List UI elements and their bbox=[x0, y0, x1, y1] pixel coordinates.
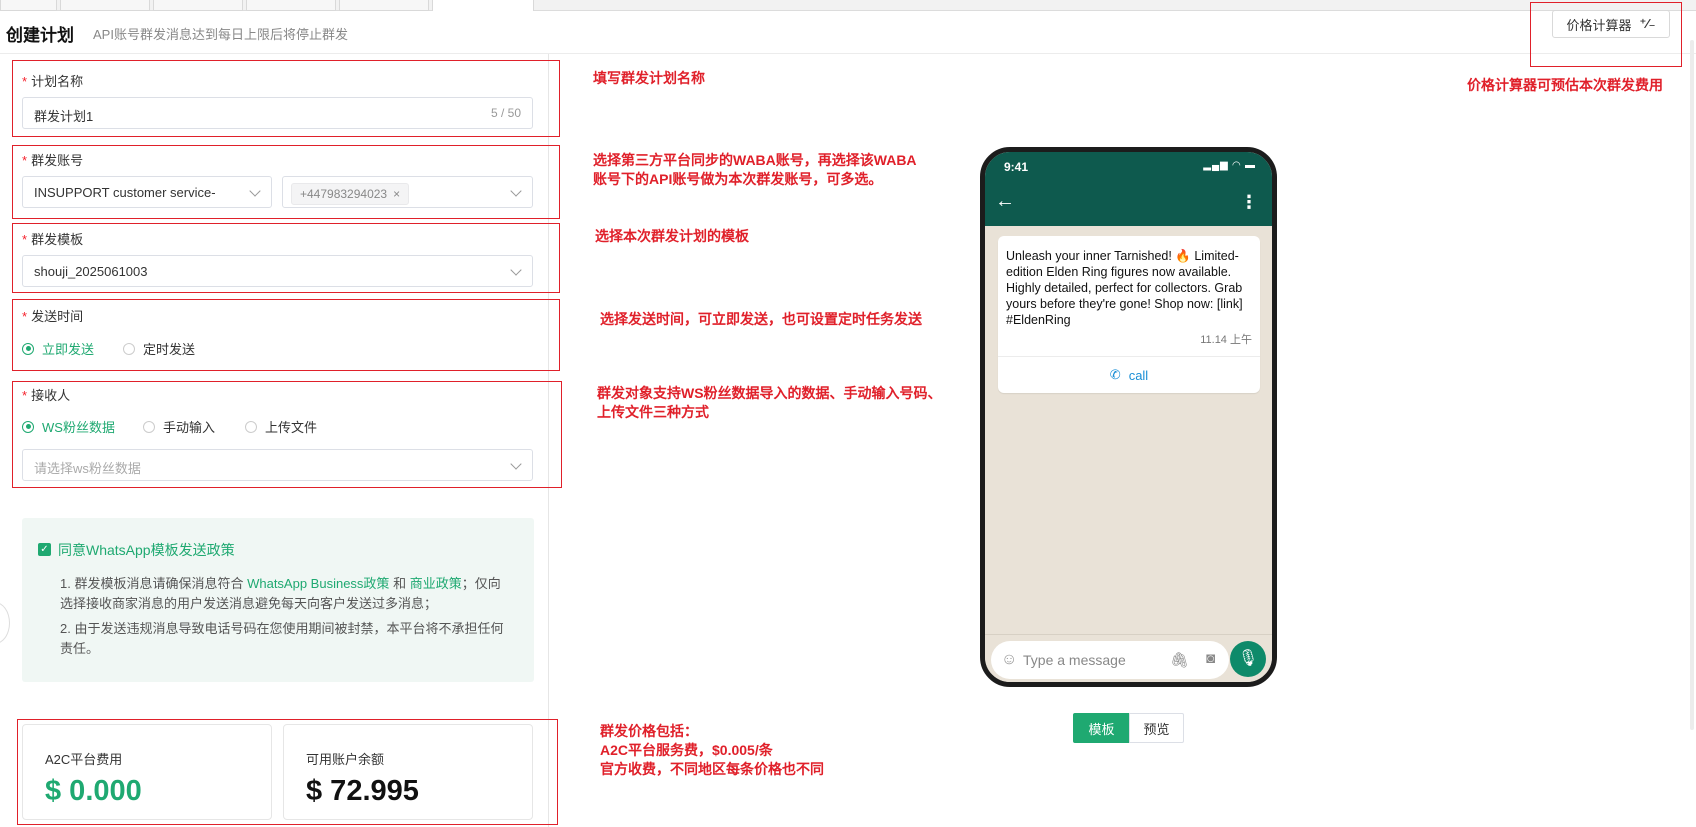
char-counter: 5 / 50 bbox=[490, 106, 521, 120]
annotation-plan-name: 填写群发计划名称 bbox=[593, 70, 705, 86]
microphone-icon[interactable]: 🎙 bbox=[1230, 641, 1266, 677]
chevron-down-icon bbox=[510, 264, 522, 276]
plan-name-value: 群发计划1 bbox=[34, 109, 94, 124]
policy-text-1: 1. 群发模板消息请确保消息符合 WhatsApp Business政策 和 商… bbox=[60, 576, 501, 611]
account-balance-title: 可用账户余额 bbox=[306, 752, 385, 767]
chevron-down-icon bbox=[249, 185, 261, 197]
tab[interactable] bbox=[246, 0, 336, 11]
annotation-recipients: 群发对象支持WS粉丝数据导入的数据、手动输入号码、 上传文件三种方式 bbox=[597, 385, 942, 420]
message-input[interactable]: ☺ Type a message 🖇 ◙ bbox=[991, 641, 1229, 679]
template-select[interactable]: shouji_2025061003 bbox=[22, 255, 533, 287]
platform-fee-value: $ 0.000 bbox=[45, 775, 142, 807]
annotation-box bbox=[1530, 2, 1682, 67]
close-icon[interactable]: × bbox=[393, 187, 400, 201]
policy-text-2: 2. 由于发送违规消息导致电话号码在您使用期间被封禁，本平台将不承担任何 责任。 bbox=[60, 621, 504, 656]
header-divider bbox=[0, 53, 1696, 54]
message-text: Unleash your inner Tarnished! 🔥 Limited-… bbox=[1006, 249, 1243, 327]
more-vertical-icon: ⋮ bbox=[1240, 192, 1258, 212]
plan-name-label: * 计划名称 bbox=[22, 74, 84, 89]
policy-panel: ✓ 同意WhatsApp模板发送政策 1. 群发模板消息请确保消息符合 What… bbox=[22, 518, 534, 682]
ws-fans-placeholder: 请选择ws粉丝数据 bbox=[34, 461, 141, 476]
radio-dot bbox=[22, 342, 34, 355]
annotation-template: 选择本次群发计划的模板 bbox=[595, 228, 749, 244]
template-value: shouji_2025061003 bbox=[34, 264, 148, 279]
preview-tab[interactable]: 预览 bbox=[1129, 713, 1184, 743]
commerce-policy-link[interactable]: 商业政策 bbox=[410, 576, 462, 591]
radio-send-now[interactable]: 立即发送 bbox=[22, 339, 94, 358]
message-bubble: Unleash your inner Tarnished! 🔥 Limited-… bbox=[998, 236, 1260, 393]
api-account-select[interactable]: +447983294023 × bbox=[282, 176, 533, 208]
account-balance-card: 可用账户余额 $ 72.995 bbox=[283, 724, 533, 820]
tab[interactable] bbox=[153, 0, 243, 11]
policy-checkbox[interactable]: ✓ bbox=[38, 543, 51, 556]
radio-dot bbox=[245, 420, 257, 433]
page-subtitle: API账号群发消息达到每日上限后将停止群发 bbox=[93, 27, 348, 42]
collapse-handle[interactable] bbox=[0, 602, 10, 644]
tab[interactable] bbox=[339, 0, 429, 11]
radio-dot bbox=[123, 342, 135, 355]
send-time-label: * 发送时间 bbox=[22, 309, 84, 324]
platform-fee-card: A2C平台费用 $ 0.000 bbox=[22, 724, 272, 820]
account-balance-value: $ 72.995 bbox=[306, 775, 419, 807]
phone-icon: ✆ bbox=[1109, 367, 1121, 382]
page-title: 创建计划 bbox=[6, 26, 74, 45]
phone-preview: 9:41 ▂▄▆ ◠ ▬ ← ⋮ Unleash your inner Tarn… bbox=[980, 147, 1277, 687]
waba-account-select[interactable]: INSUPPORT customer service- bbox=[22, 176, 272, 208]
platform-fee-title: A2C平台费用 bbox=[45, 752, 123, 767]
radio-dot bbox=[22, 420, 34, 433]
chat-app-bar: ← ⋮ bbox=[985, 182, 1272, 226]
message-input-placeholder: Type a message bbox=[1023, 652, 1126, 668]
phone-time: 9:41 bbox=[1004, 160, 1029, 174]
tab-active[interactable] bbox=[432, 0, 534, 11]
tab[interactable] bbox=[60, 0, 150, 11]
plan-name-input[interactable]: 群发计划1 5 / 50 bbox=[22, 97, 533, 129]
waba-account-value: INSUPPORT customer service- bbox=[34, 185, 216, 200]
annotation-send-time: 选择发送时间，可立即发送，也可设置定时任务发送 bbox=[600, 311, 922, 327]
policy-checkbox-label[interactable]: 同意WhatsApp模板发送政策 bbox=[58, 540, 235, 560]
radio-dot bbox=[143, 420, 155, 433]
back-arrow-icon: ← bbox=[995, 190, 1015, 212]
ws-fans-select[interactable]: 请选择ws粉丝数据 bbox=[22, 449, 533, 481]
radio-upload-file[interactable]: 上传文件 bbox=[245, 417, 317, 436]
tab[interactable] bbox=[0, 0, 57, 11]
annotation-calculator: 价格计算器可预估本次群发费用 bbox=[1467, 77, 1663, 93]
annotation-pricing: 群发价格包括： A2C平台服务费，$0.005/条 官方收费，不同地区每条价格也不同 bbox=[600, 723, 824, 777]
recipients-label: * 接收人 bbox=[22, 388, 71, 403]
account-label: * 群发账号 bbox=[22, 153, 84, 168]
emoji-icon: ☺ bbox=[1001, 651, 1018, 668]
attachment-icon: 🖇 bbox=[1169, 652, 1189, 669]
annotation-box bbox=[12, 299, 560, 371]
chevron-down-icon bbox=[510, 458, 522, 470]
compose-bar: ☺ Type a message 🖇 ◙ 🎙 bbox=[985, 634, 1272, 682]
radio-manual-input[interactable]: 手动输入 bbox=[143, 417, 215, 436]
message-timestamp: 11.14 上午 bbox=[1200, 334, 1252, 346]
call-button[interactable]: ✆ call bbox=[998, 357, 1260, 393]
chevron-down-icon bbox=[510, 185, 522, 197]
phone-status-bar: 9:41 ▂▄▆ ◠ ▬ bbox=[985, 152, 1272, 182]
annotation-account: 选择第三方平台同步的WABA账号，再选择该WABA 账号下的API账号做为本次群发… bbox=[593, 152, 917, 187]
scrollbar[interactable] bbox=[1690, 40, 1694, 730]
radio-ws-fans[interactable]: WS粉丝数据 bbox=[22, 417, 115, 436]
selected-number-tag: +447983294023 × bbox=[291, 183, 410, 205]
whatsapp-business-policy-link[interactable]: WhatsApp Business政策 bbox=[247, 576, 389, 591]
signal-wifi-battery-icon: ▂▄▆ ◠ ▬ bbox=[1203, 160, 1256, 171]
radio-scheduled[interactable]: 定时发送 bbox=[123, 339, 195, 358]
call-label: call bbox=[1128, 367, 1149, 383]
tab-strip bbox=[0, 0, 1696, 11]
camera-icon: ◙ bbox=[1205, 650, 1215, 667]
template-tab[interactable]: 模板 bbox=[1073, 713, 1130, 743]
template-label: * 群发模板 bbox=[22, 232, 84, 247]
